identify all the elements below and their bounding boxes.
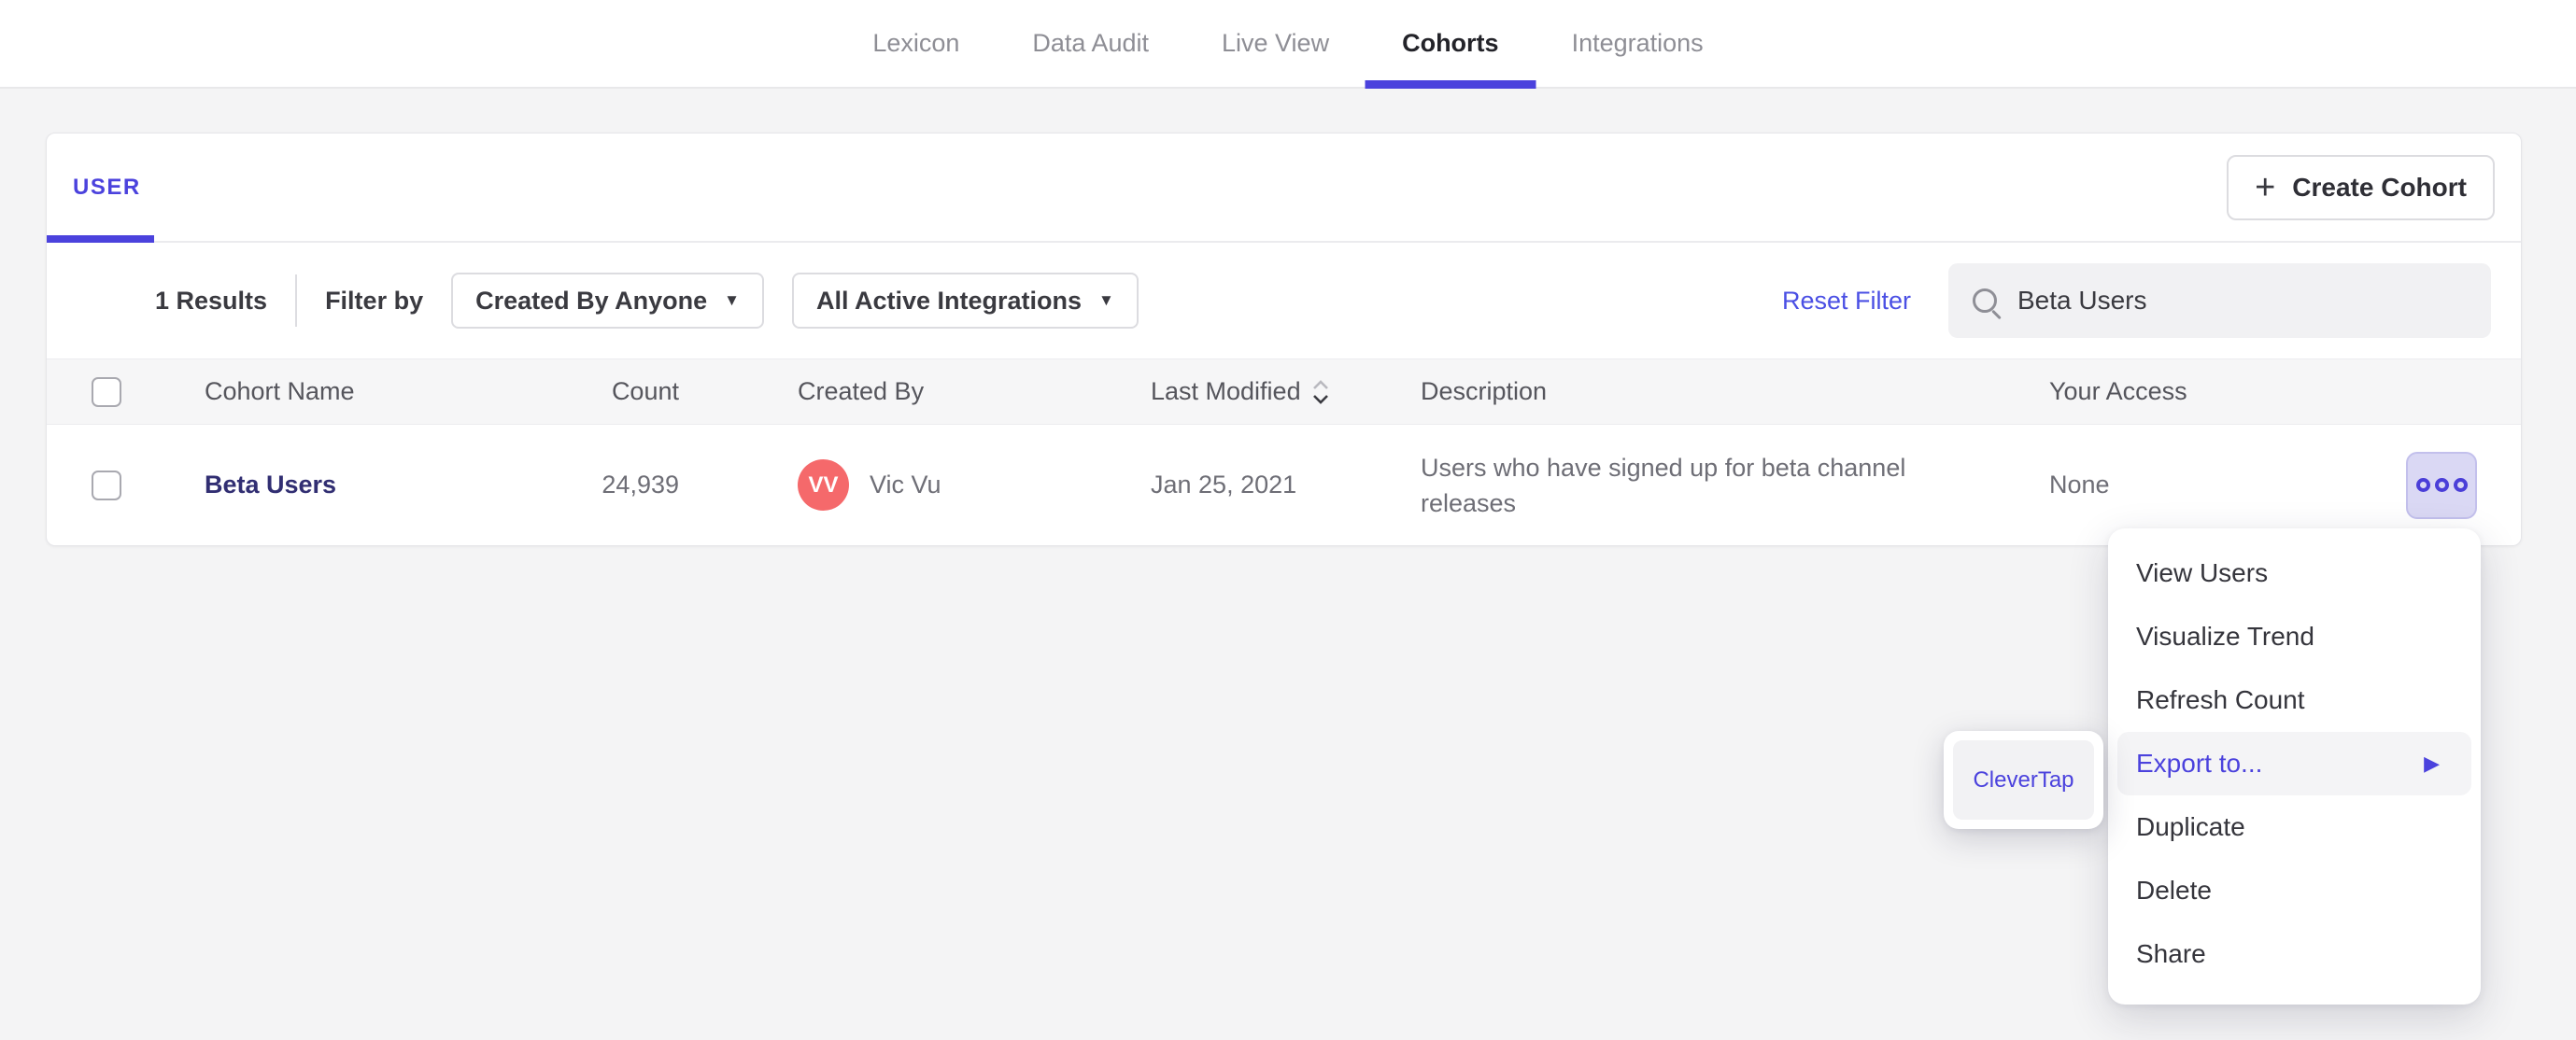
panel-tabs-row: USER + Create Cohort	[47, 134, 2521, 243]
table-header-row: Cohort Name Count Created By Last Modifi…	[47, 358, 2521, 425]
reset-filter-link[interactable]: Reset Filter	[1782, 287, 1911, 316]
menu-item-duplicate[interactable]: Duplicate	[2108, 795, 2481, 859]
nav-tab-live-view[interactable]: Live View	[1222, 0, 1329, 87]
avatar: VV	[798, 459, 849, 511]
search-input[interactable]	[2016, 285, 2467, 316]
search-box[interactable]	[1948, 263, 2491, 338]
your-access-value: None	[2049, 471, 2110, 499]
toolbar-divider	[295, 274, 298, 327]
cohort-description: Users who have signed up for beta channe…	[1421, 453, 1906, 517]
created-by-filter-value: Created By Anyone	[475, 286, 708, 315]
nav-tab-integrations[interactable]: Integrations	[1572, 0, 1704, 87]
column-header-last-modified[interactable]: Last Modified	[1151, 377, 1421, 407]
chevron-down-icon: ▼	[1098, 291, 1114, 309]
tab-user[interactable]: USER	[73, 175, 141, 201]
submenu-item-clevertap[interactable]: CleverTap	[1953, 740, 2094, 820]
last-modified-label: Last Modified	[1151, 377, 1301, 405]
plus-icon: +	[2255, 167, 2276, 207]
select-all-checkbox[interactable]	[92, 376, 121, 407]
search-icon	[1973, 288, 1997, 313]
filter-by-label: Filter by	[325, 286, 424, 315]
nav-tab-cohorts[interactable]: Cohorts	[1402, 0, 1499, 87]
integrations-filter-value: All Active Integrations	[815, 286, 1083, 315]
row-actions-button[interactable]	[2406, 451, 2477, 519]
menu-item-delete[interactable]: Delete	[2108, 859, 2481, 922]
menu-item-view-users[interactable]: View Users	[2108, 541, 2481, 605]
top-navigation: Lexicon Data Audit Live View Cohorts Int…	[0, 0, 2576, 89]
export-to-label: Export to...	[2136, 749, 2263, 778]
created-by-name: Vic Vu	[870, 471, 941, 499]
export-submenu: CleverTap	[1944, 731, 2103, 829]
column-header-created-by: Created By	[798, 377, 925, 405]
cohorts-panel: USER + Create Cohort 1 Results Filter by…	[46, 133, 2522, 546]
more-options-icon	[2415, 478, 2430, 492]
column-header-cohort-name: Cohort Name	[205, 377, 355, 405]
column-header-description: Description	[1421, 377, 1548, 405]
row-checkbox[interactable]	[92, 470, 121, 500]
sort-icon	[1312, 379, 1328, 404]
cohort-name-link[interactable]: Beta Users	[205, 471, 336, 499]
menu-item-refresh-count[interactable]: Refresh Count	[2108, 668, 2481, 732]
menu-item-export-to[interactable]: Export to... ▶	[2117, 732, 2471, 795]
last-modified-value: Jan 25, 2021	[1151, 471, 1297, 499]
results-count: 1 Results	[155, 286, 268, 315]
column-header-your-access: Your Access	[2049, 377, 2187, 405]
filter-toolbar: 1 Results Filter by Created By Anyone ▼ …	[47, 243, 2521, 358]
submenu-arrow-icon: ▶	[2424, 752, 2440, 775]
more-options-icon	[2453, 478, 2468, 492]
more-options-icon	[2434, 478, 2449, 492]
menu-item-share[interactable]: Share	[2108, 922, 2481, 986]
nav-tab-lexicon[interactable]: Lexicon	[872, 0, 959, 87]
menu-item-visualize-trend[interactable]: Visualize Trend	[2108, 605, 2481, 668]
table-row: Beta Users 24,939 VV Vic Vu Jan 25, 2021…	[47, 425, 2521, 545]
cohort-count: 24,939	[602, 471, 679, 499]
create-cohort-label: Create Cohort	[2292, 172, 2467, 202]
row-context-menu: View Users Visualize Trend Refresh Count…	[2108, 528, 2481, 1005]
integrations-filter-dropdown[interactable]: All Active Integrations ▼	[791, 273, 1139, 329]
create-cohort-button[interactable]: + Create Cohort	[2227, 154, 2495, 220]
nav-tab-data-audit[interactable]: Data Audit	[1032, 0, 1149, 87]
created-by-filter-dropdown[interactable]: Created By Anyone ▼	[451, 273, 764, 329]
column-header-count: Count	[611, 377, 679, 405]
chevron-down-icon: ▼	[724, 291, 740, 309]
